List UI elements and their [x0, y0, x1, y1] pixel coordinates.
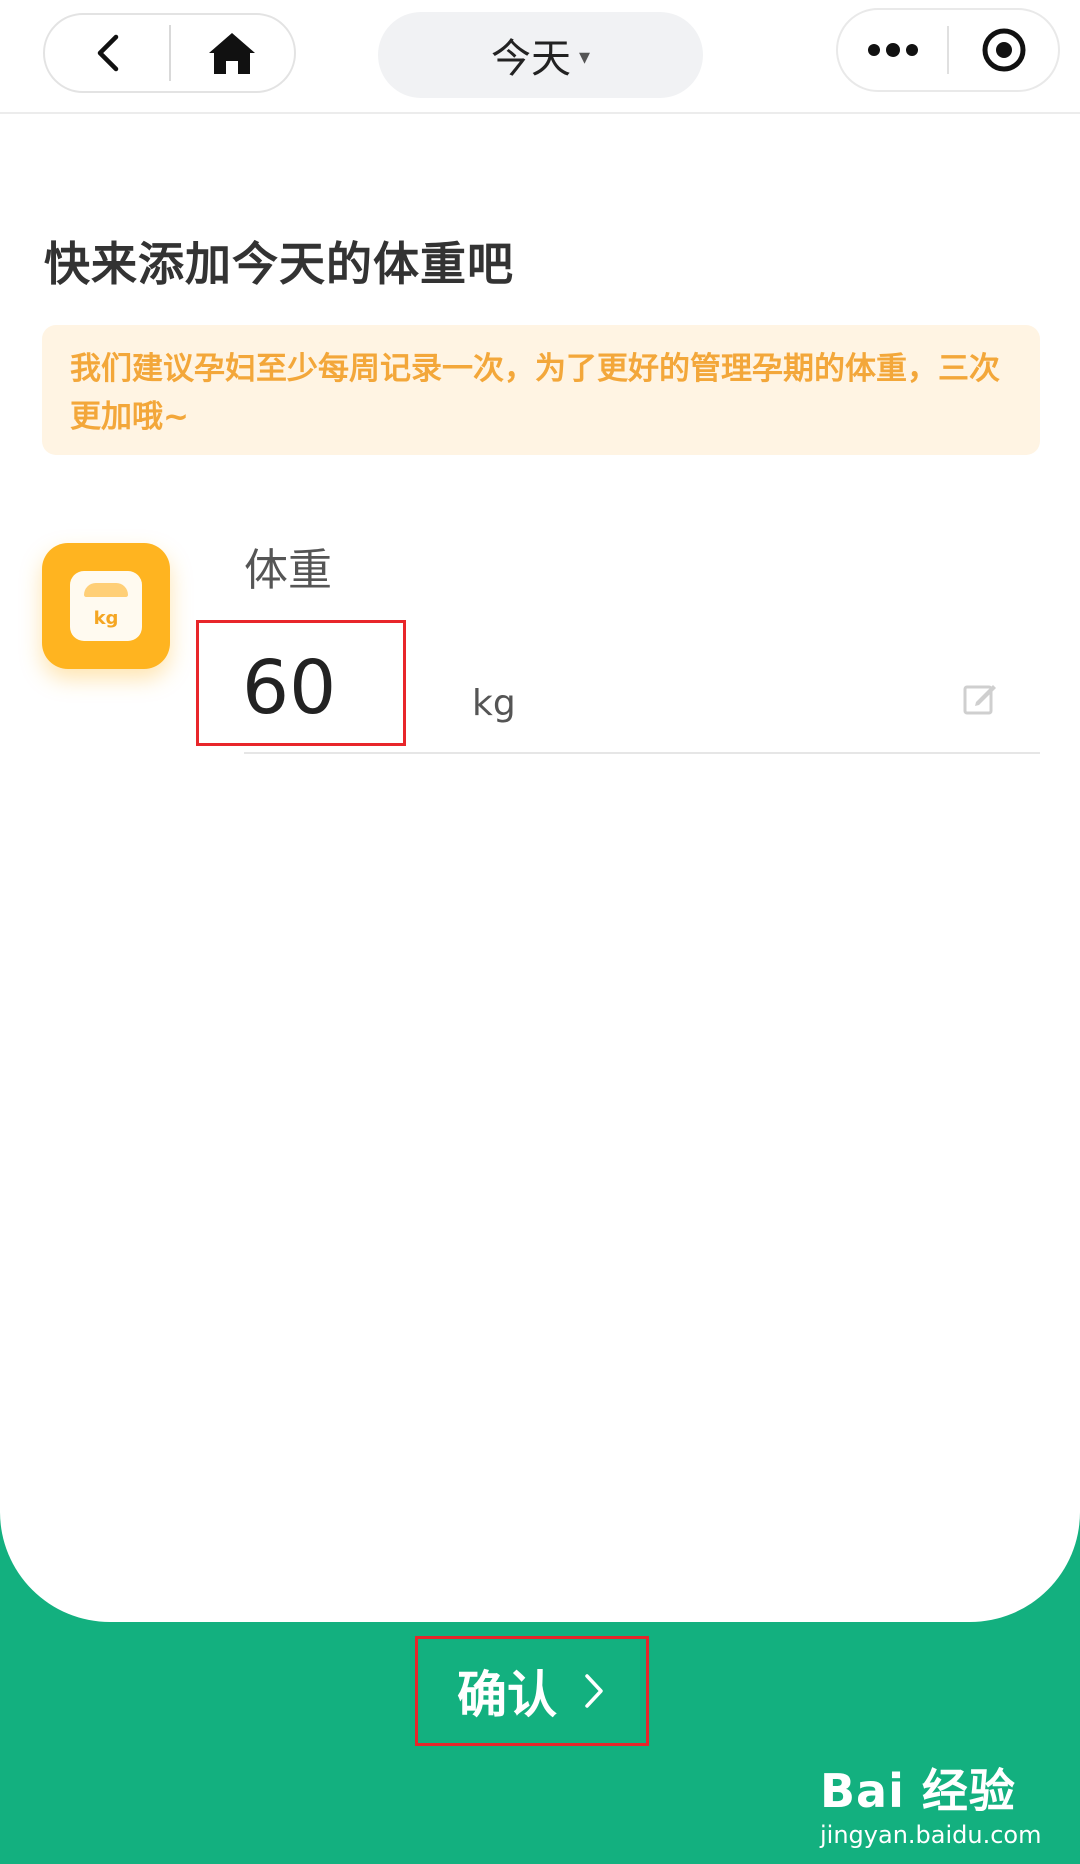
chevron-down-icon: ▾ — [578, 44, 591, 70]
highlight-box-weight — [196, 620, 406, 746]
watermark: Bai 经验 jingyan.baidu.com — [820, 1755, 1041, 1849]
nav-capsule — [43, 13, 296, 93]
scale-icon-label: kg — [93, 608, 119, 629]
more-icon — [867, 43, 918, 57]
menu-capsule — [836, 8, 1060, 92]
edit-icon[interactable] — [962, 680, 998, 716]
highlight-box-confirm — [415, 1636, 649, 1746]
more-button[interactable] — [838, 10, 947, 90]
home-icon — [209, 33, 256, 74]
home-button[interactable] — [171, 15, 295, 91]
back-icon — [97, 34, 118, 72]
watermark-url: jingyan.baidu.com — [820, 1821, 1042, 1849]
weight-unit: kg — [472, 683, 516, 724]
date-selector-label: 今天 — [490, 36, 571, 82]
close-miniprogram-button[interactable] — [949, 10, 1058, 90]
scale-icon-face: kg — [70, 571, 142, 641]
content-sheet: 今天 ▾ 快来添加今天的体重吧 我们建议孕妇至少每周记录一次，为了更好的管理孕期… — [0, 0, 1080, 1622]
scale-dial — [84, 583, 128, 597]
watermark-brand: Bai 经验 — [820, 1764, 1016, 1818]
back-button[interactable] — [45, 15, 169, 91]
date-selector[interactable]: 今天 ▾ — [378, 12, 703, 98]
scale-icon: kg — [42, 543, 170, 669]
page: 今天 ▾ 快来添加今天的体重吧 我们建议孕妇至少每周记录一次，为了更好的管理孕期… — [0, 0, 1080, 1864]
input-underline — [244, 752, 1040, 754]
target-icon — [982, 28, 1025, 72]
weight-label: 体重 — [244, 545, 332, 596]
page-title: 快来添加今天的体重吧 — [44, 237, 514, 291]
top-bar: 今天 ▾ — [0, 0, 1080, 114]
tip-banner: 我们建议孕妇至少每周记录一次，为了更好的管理孕期的体重，三次更加哦~ — [42, 325, 1040, 455]
